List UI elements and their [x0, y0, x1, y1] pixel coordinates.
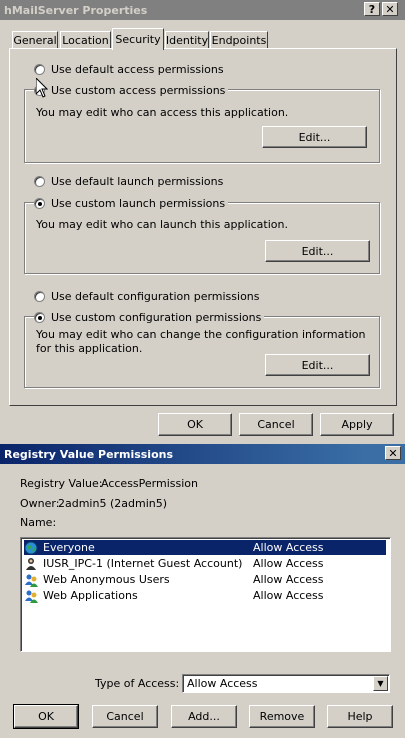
- radio-label: Use custom launch permissions: [51, 197, 226, 210]
- button-label: Edit...: [301, 358, 334, 372]
- radio-label: Use default configuration permissions: [51, 290, 260, 303]
- radio-icon: [34, 291, 45, 302]
- default-launch-radio[interactable]: Use default launch permissions: [34, 175, 227, 188]
- entry-access: Allow Access: [253, 557, 324, 570]
- permissions-list[interactable]: Everyone Allow Access IUSR_IPC-1 (Intern…: [20, 537, 391, 652]
- properties-window-title: hMailServer Properties: [4, 3, 148, 17]
- tab-location[interactable]: Location: [60, 31, 111, 49]
- registry-close-button[interactable]: ✕: [385, 446, 401, 460]
- custom-access-radio[interactable]: Use custom access permissions: [34, 84, 229, 97]
- properties-title-bar[interactable]: hMailServer Properties ? ✕: [0, 0, 405, 20]
- registry-ok-button[interactable]: OK: [13, 704, 79, 729]
- access-edit-button[interactable]: Edit...: [262, 126, 367, 148]
- owner-value: 2admin5 (2admin5): [58, 497, 168, 510]
- globe-icon: [24, 541, 38, 554]
- entry-name: Web Applications: [43, 589, 138, 602]
- entry-name: IUSR_IPC-1 (Internet Guest Account): [43, 557, 243, 570]
- type-of-access-label: Type of Access:: [95, 677, 180, 690]
- radio-icon: [34, 64, 45, 75]
- launch-permissions-group: [24, 202, 380, 274]
- registry-value: AccessPermission: [101, 477, 198, 490]
- group-icon: [25, 574, 38, 587]
- tab-general[interactable]: General: [12, 31, 58, 49]
- cancel-button[interactable]: Cancel: [239, 413, 313, 436]
- name-label: Name:: [20, 516, 57, 529]
- button-label: Cancel: [257, 418, 295, 431]
- radio-label: Use custom configuration permissions: [51, 311, 262, 324]
- list-item[interactable]: Web Anonymous Users Allow Access: [24, 572, 386, 587]
- radio-label: Use default launch permissions: [51, 175, 224, 188]
- help-button[interactable]: Help: [327, 705, 393, 728]
- add-button[interactable]: Add...: [171, 705, 237, 728]
- configuration-description: You may edit who can change the configur…: [36, 328, 366, 355]
- tab-label: Security: [115, 33, 161, 46]
- group-icon: [25, 590, 38, 603]
- default-configuration-radio[interactable]: Use default configuration permissions: [34, 290, 263, 303]
- custom-configuration-radio[interactable]: Use custom configuration permissions: [34, 311, 265, 324]
- radio-icon: [34, 198, 45, 209]
- type-of-access-select[interactable]: Allow Access ▼: [182, 674, 390, 693]
- access-description: You may edit who can access this applica…: [36, 106, 289, 119]
- radio-label: Use custom access permissions: [51, 84, 226, 97]
- radio-icon: [34, 312, 45, 323]
- tab-endpoints[interactable]: Endpoints: [210, 31, 268, 49]
- launch-edit-button[interactable]: Edit...: [265, 240, 370, 262]
- ok-button[interactable]: OK: [158, 413, 232, 436]
- launch-description: You may edit who can launch this applica…: [36, 218, 288, 231]
- user-icon: [26, 557, 36, 570]
- button-label: Cancel: [106, 710, 144, 723]
- close-title-button[interactable]: ✕: [382, 2, 398, 16]
- configuration-edit-button[interactable]: Edit...: [265, 354, 370, 376]
- button-label: OK: [187, 418, 203, 431]
- help-icon: ?: [368, 2, 376, 16]
- default-access-radio[interactable]: Use default access permissions: [34, 63, 227, 76]
- apply-button[interactable]: Apply: [320, 413, 394, 436]
- chevron-down-icon[interactable]: ▼: [373, 676, 388, 691]
- button-label: Edit...: [301, 244, 334, 258]
- remove-button[interactable]: Remove: [249, 705, 315, 728]
- radio-label: Use default access permissions: [51, 63, 224, 76]
- tab-security[interactable]: Security: [112, 28, 164, 50]
- tab-label: Identity: [165, 34, 209, 47]
- close-icon: ✕: [385, 2, 395, 16]
- entry-access: Allow Access: [253, 573, 324, 586]
- custom-launch-radio[interactable]: Use custom launch permissions: [34, 197, 229, 210]
- close-icon: ✕: [388, 446, 398, 460]
- button-label: Remove: [259, 710, 305, 723]
- registry-window-title: Registry Value Permissions: [4, 447, 174, 461]
- button-label: Edit...: [298, 130, 331, 144]
- type-of-access-value: Allow Access: [187, 677, 258, 690]
- registry-permissions-title-bar[interactable]: Registry Value Permissions ✕: [0, 444, 405, 464]
- list-item[interactable]: Everyone Allow Access: [24, 540, 386, 555]
- entry-name: Everyone: [43, 541, 95, 554]
- tab-label: Location: [62, 34, 109, 47]
- registry-cancel-button[interactable]: Cancel: [92, 705, 158, 728]
- button-label: Help: [347, 710, 373, 723]
- registry-value-label: Registry Value:: [20, 477, 103, 490]
- button-label: OK: [38, 710, 54, 723]
- mouse-cursor-icon: [36, 78, 48, 98]
- entry-access: Allow Access: [253, 541, 324, 554]
- entry-name: Web Anonymous Users: [43, 573, 170, 586]
- tab-label: Endpoints: [211, 34, 267, 47]
- button-label: Apply: [341, 418, 373, 431]
- list-item[interactable]: IUSR_IPC-1 (Internet Guest Account) Allo…: [24, 556, 386, 571]
- entry-access: Allow Access: [253, 589, 324, 602]
- owner-label: Owner:: [20, 497, 60, 510]
- tab-identity[interactable]: Identity: [165, 31, 209, 49]
- button-label: Add...: [188, 710, 220, 723]
- help-title-button[interactable]: ?: [364, 2, 380, 16]
- tab-label: General: [13, 34, 57, 47]
- radio-icon: [34, 176, 45, 187]
- list-item[interactable]: Web Applications Allow Access: [24, 588, 386, 603]
